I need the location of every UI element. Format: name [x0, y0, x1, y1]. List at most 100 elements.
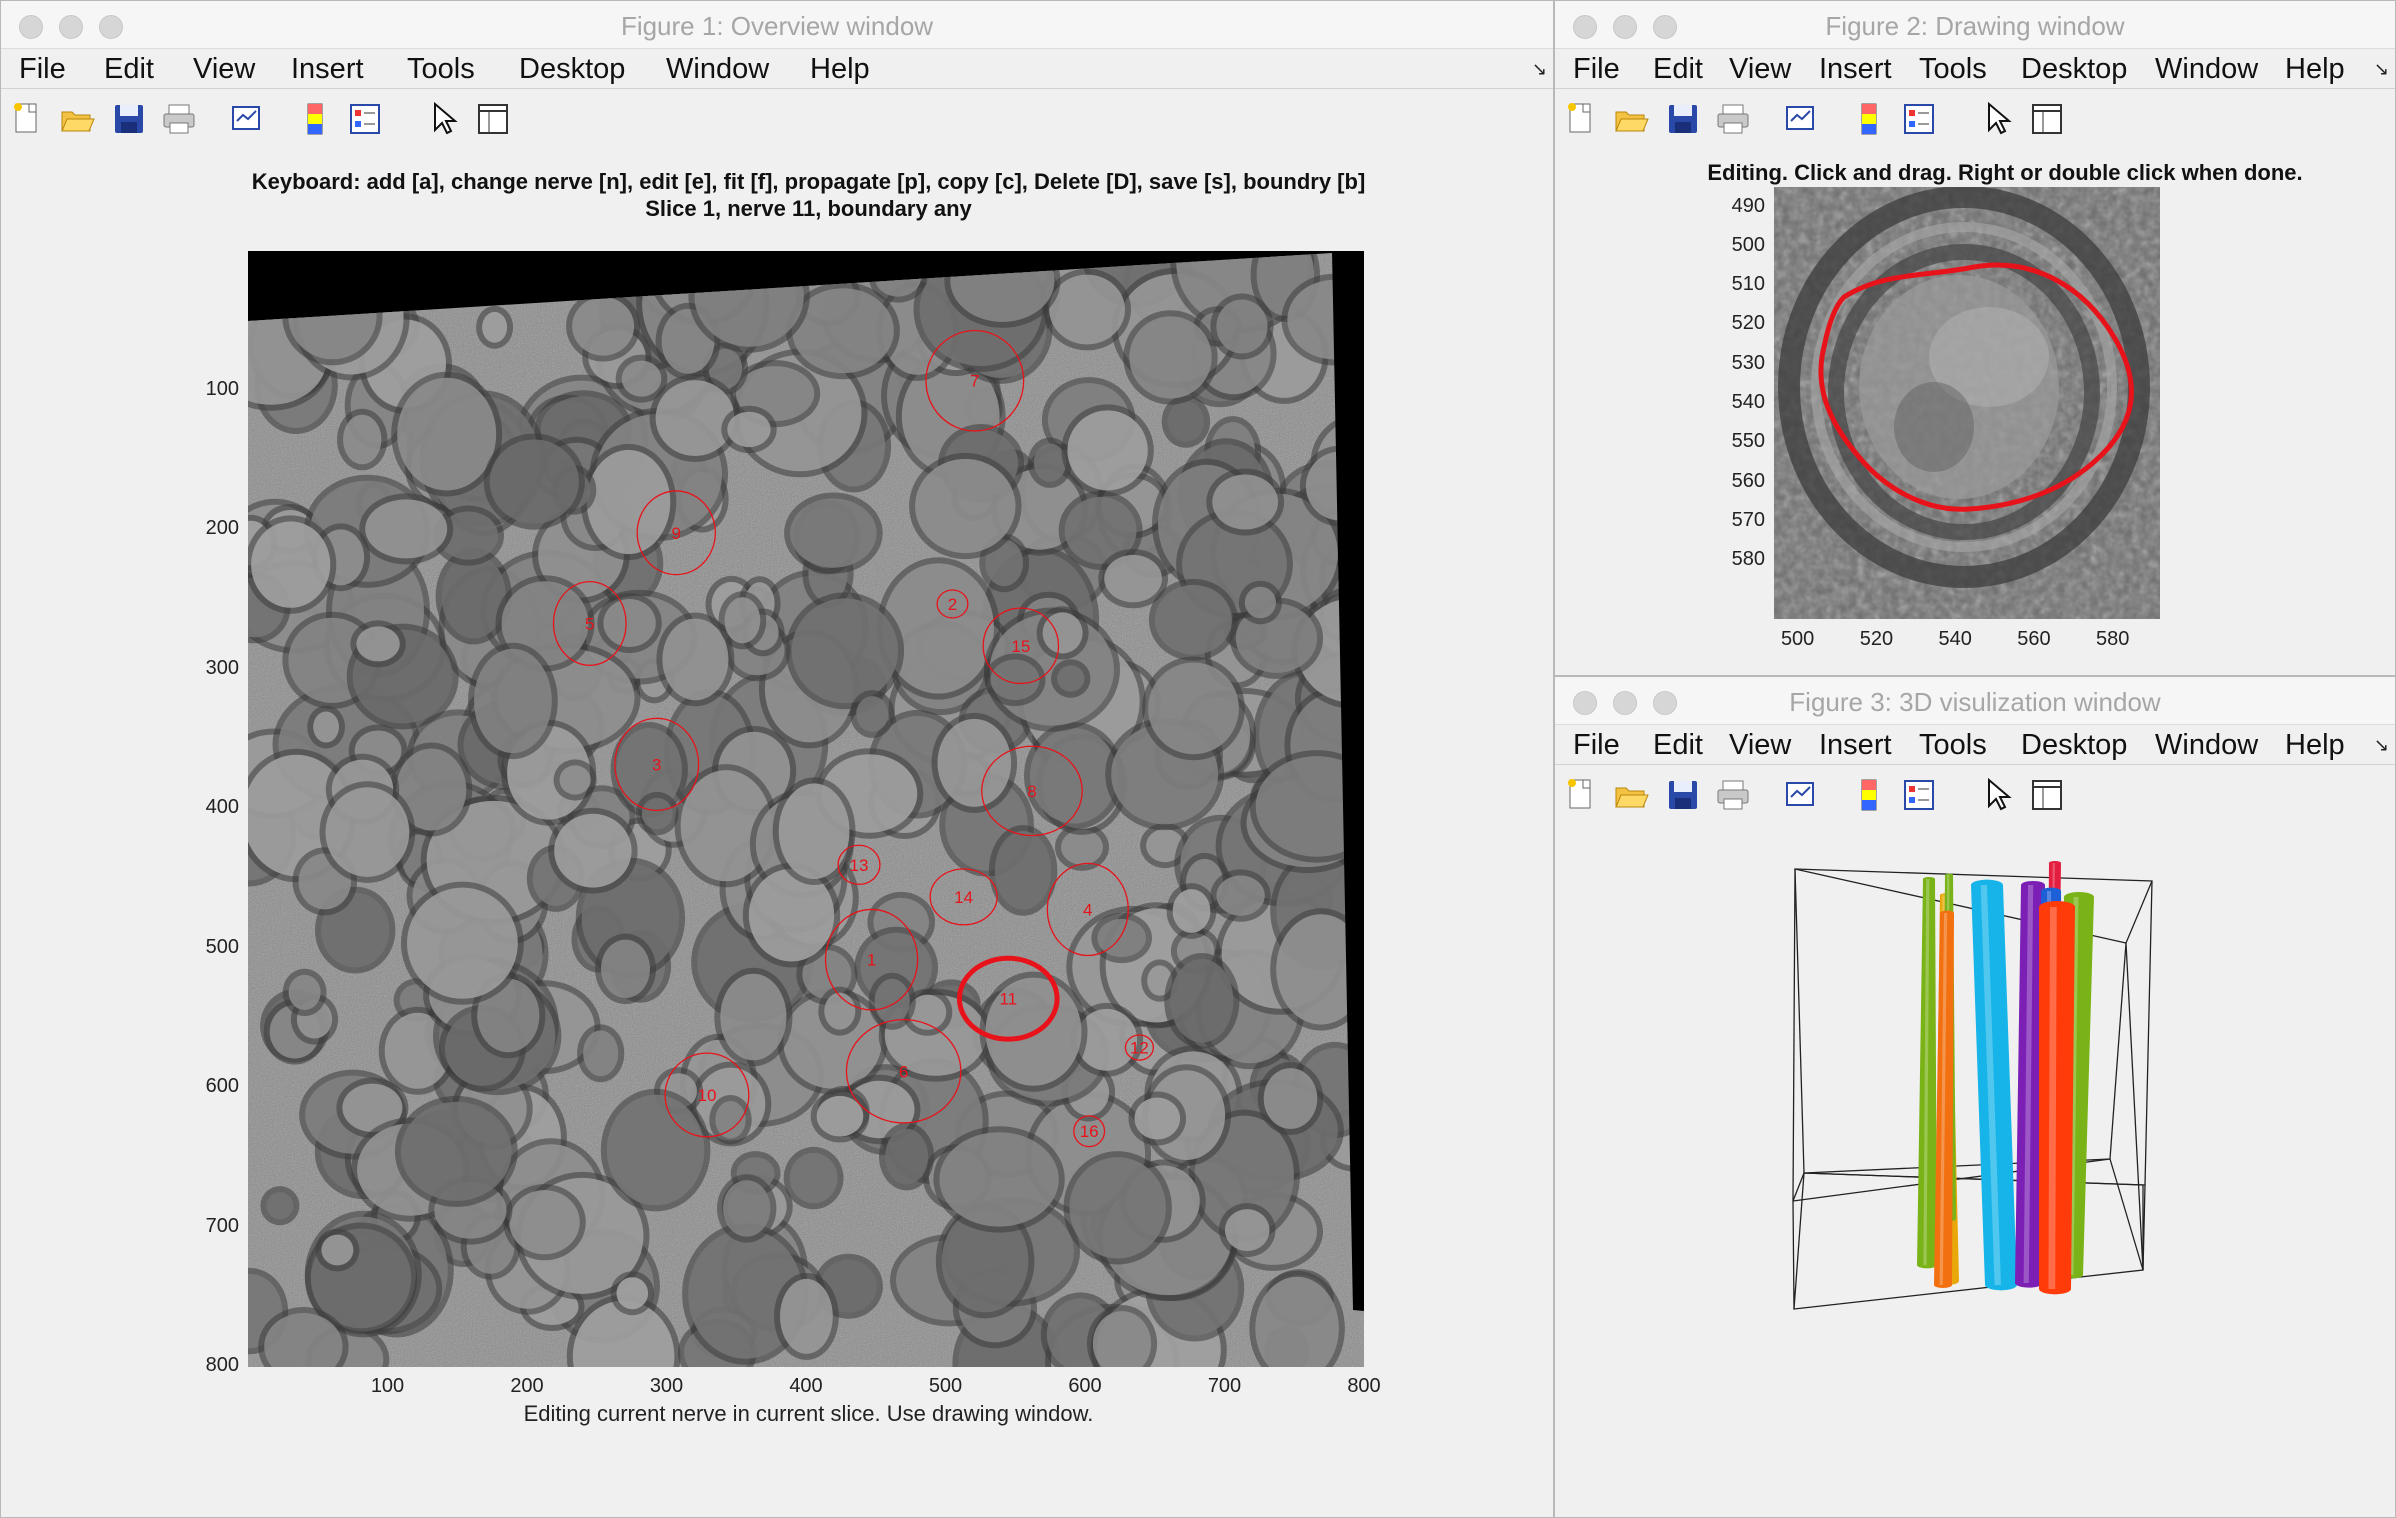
- pointer-icon[interactable]: [1979, 777, 2015, 813]
- menu-help[interactable]: Help: [2285, 53, 2345, 86]
- y-tick-label: 540: [1731, 391, 1765, 413]
- property-inspector-icon[interactable]: [2029, 101, 2065, 137]
- menu-file[interactable]: File: [19, 53, 66, 86]
- colorbar-icon[interactable]: [297, 101, 333, 137]
- menu-insert[interactable]: Insert: [1819, 729, 1892, 762]
- new-figure-icon[interactable]: [1563, 101, 1599, 137]
- toolbar-toggle-icon[interactable]: ↘: [1532, 59, 1547, 80]
- legend-icon[interactable]: [1901, 777, 1937, 813]
- nerve-label: 3: [652, 755, 661, 774]
- x-tick-label: 580: [2096, 628, 2130, 650]
- y-tick-label: 800: [205, 1354, 239, 1376]
- menu-help[interactable]: Help: [2285, 729, 2345, 762]
- em-image-axes[interactable]: 7 9 5 2 15 3 8 13 14 4 1 11 12 6 10 16: [248, 251, 1364, 1367]
- y-tick-label: 490: [1731, 194, 1765, 217]
- save-icon[interactable]: [1665, 101, 1701, 137]
- nerve-label: 7: [970, 372, 979, 391]
- link-plot-icon[interactable]: [1783, 777, 1819, 813]
- property-inspector-icon[interactable]: [475, 101, 511, 137]
- menu-desktop[interactable]: Desktop: [2021, 729, 2127, 762]
- open-file-icon[interactable]: [1613, 101, 1649, 137]
- window-title: Figure 1: Overview window: [620, 11, 934, 41]
- figure2-titlebar[interactable]: Figure 2: Drawing window: [1555, 1, 2395, 49]
- menu-desktop[interactable]: Desktop: [2021, 53, 2127, 86]
- menubar: File Edit View Insert Tools Desktop Wind…: [1555, 49, 2395, 89]
- y-tick-label: 570: [1731, 508, 1765, 531]
- open-file-icon[interactable]: [1613, 777, 1649, 813]
- x-tick-label: 560: [2017, 628, 2051, 650]
- menu-file[interactable]: File: [1573, 53, 1620, 86]
- menu-window[interactable]: Window: [666, 53, 769, 86]
- colorbar-icon[interactable]: [1851, 777, 1887, 813]
- x-tick-label: 200: [510, 1375, 544, 1397]
- menu-file[interactable]: File: [1573, 729, 1620, 762]
- menubar: File Edit View Insert Tools Desktop Wind…: [1, 49, 1553, 89]
- nerve-label: 8: [1027, 782, 1036, 801]
- link-plot-icon[interactable]: [229, 101, 265, 137]
- nerve-label: 14: [954, 888, 973, 907]
- new-figure-icon[interactable]: [1563, 777, 1599, 813]
- pointer-icon[interactable]: [425, 101, 461, 137]
- menu-window[interactable]: Window: [2155, 53, 2258, 86]
- nerve-label: 16: [1080, 1122, 1099, 1141]
- nerve-label: 12: [1130, 1039, 1149, 1058]
- y-tick-label: 100: [205, 377, 239, 400]
- print-icon[interactable]: [1715, 777, 1751, 813]
- y-tick-label: 300: [205, 656, 239, 679]
- 3d-axes[interactable]: [1555, 823, 2396, 1513]
- nerve-label: 15: [1011, 637, 1030, 656]
- nerve-label: 4: [1083, 900, 1092, 919]
- nerve-tube-highlight: [2048, 906, 2057, 1290]
- figure3-titlebar[interactable]: Figure 3: 3D visulization window: [1555, 677, 2395, 725]
- y-tick-label: 500: [1731, 233, 1765, 256]
- x-tick-label: 300: [649, 1375, 684, 1397]
- print-icon[interactable]: [161, 101, 197, 137]
- menu-view[interactable]: View: [1729, 53, 1791, 86]
- menu-desktop[interactable]: Desktop: [519, 53, 625, 86]
- toolbar-toggle-icon[interactable]: ↘: [2374, 735, 2389, 756]
- toolbar: [1, 89, 1553, 147]
- menu-insert[interactable]: Insert: [1819, 53, 1892, 86]
- menu-edit[interactable]: Edit: [104, 53, 154, 86]
- nerve-label: 1: [867, 951, 876, 970]
- pointer-icon[interactable]: [1979, 101, 2015, 137]
- legend-icon[interactable]: [347, 101, 383, 137]
- y-tick-label: 560: [1731, 469, 1765, 492]
- save-icon[interactable]: [1665, 777, 1701, 813]
- drawing-instructions: Editing. Click and drag. Right or double…: [1707, 160, 2303, 185]
- menu-tools[interactable]: Tools: [1919, 53, 1987, 86]
- open-file-icon[interactable]: [59, 101, 95, 137]
- property-inspector-icon[interactable]: [2029, 777, 2065, 813]
- plot-instructions: Keyboard: add [a], change nerve [n], edi…: [251, 169, 1366, 194]
- figure1-titlebar[interactable]: Figure 1: Overview window: [1, 1, 1553, 49]
- nerve-label: 10: [697, 1086, 716, 1105]
- menu-tools[interactable]: Tools: [407, 53, 475, 86]
- y-tick-label: 510: [1731, 273, 1765, 296]
- print-icon[interactable]: [1715, 101, 1751, 137]
- bounding-box: [1792, 868, 2153, 1310]
- x-tick-label: 700: [1207, 1375, 1242, 1397]
- nerve-label: 6: [899, 1062, 908, 1081]
- menu-window[interactable]: Window: [2155, 729, 2258, 762]
- status-message: Editing current nerve in current slice. …: [523, 1401, 1094, 1426]
- menu-view[interactable]: View: [1729, 729, 1791, 762]
- menu-edit[interactable]: Edit: [1653, 53, 1703, 86]
- menu-edit[interactable]: Edit: [1653, 729, 1703, 762]
- save-icon[interactable]: [111, 101, 147, 137]
- new-figure-icon[interactable]: [9, 101, 45, 137]
- link-plot-icon[interactable]: [1783, 101, 1819, 137]
- em-micrograph: 79521538131441111261016: [248, 251, 1364, 1367]
- nerve-tubes: [1917, 861, 2094, 1295]
- figure1-window: Figure 1: Overview window File Edit View…: [0, 0, 1554, 1518]
- toolbar-toggle-icon[interactable]: ↘: [2374, 59, 2389, 80]
- colorbar-icon[interactable]: [1851, 101, 1887, 137]
- menu-help[interactable]: Help: [810, 53, 870, 86]
- menu-tools[interactable]: Tools: [1919, 729, 1987, 762]
- x-tick-label: 400: [789, 1375, 823, 1397]
- menu-insert[interactable]: Insert: [291, 53, 364, 86]
- drawing-axes[interactable]: [1774, 187, 2160, 619]
- window-title: Figure 3: 3D visulization window: [1789, 687, 2161, 717]
- legend-icon[interactable]: [1901, 101, 1937, 137]
- nerve-label: 13: [850, 856, 869, 875]
- menu-view[interactable]: View: [193, 53, 255, 86]
